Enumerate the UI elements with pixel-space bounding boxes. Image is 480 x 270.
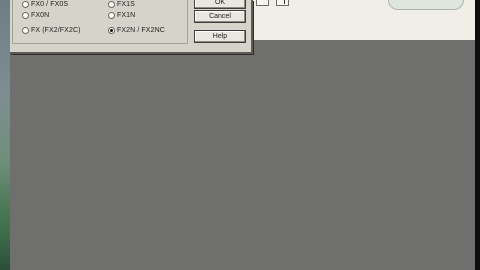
radio-fx0n[interactable]: FX0N	[22, 12, 49, 19]
radio-fx1s[interactable]: FX1S	[108, 1, 135, 8]
radio-fx1n[interactable]: FX1N	[108, 12, 135, 19]
application-window: FX0 / FX0S FX1S FX0N FX1N FX (FX2/FX2C) …	[10, 0, 475, 270]
radio-label: FX1N	[117, 12, 136, 19]
toolbar-button-1[interactable]	[256, 0, 269, 6]
radio-fx0-fx0s[interactable]: FX0 / FX0S	[22, 1, 68, 8]
radio-button-icon	[108, 12, 115, 19]
ok-button[interactable]: OK	[194, 0, 246, 9]
radio-label: FX0N	[31, 12, 50, 19]
cancel-button[interactable]: Cancel	[194, 10, 246, 23]
cpu-type-group: FX0 / FX0S FX1S FX0N FX1N FX (FX2/FX2C) …	[12, 0, 188, 44]
toolbar-button-2[interactable]	[276, 0, 289, 6]
radio-label: FX0 / FX0S	[31, 1, 69, 8]
workspace-area	[10, 40, 475, 270]
help-button[interactable]: Help	[194, 30, 246, 43]
screen-edge	[475, 0, 480, 270]
plc-type-dialog: FX0 / FX0S FX1S FX0N FX1N FX (FX2/FX2C) …	[10, 0, 253, 54]
desktop-background	[0, 0, 10, 270]
radio-fx2n-fx2nc[interactable]: FX2N / FX2NC	[108, 27, 165, 34]
radio-fx-fx2-fx2c[interactable]: FX (FX2/FX2C)	[22, 27, 81, 34]
radio-button-icon	[108, 1, 115, 8]
radio-button-selected-icon	[108, 27, 115, 34]
radio-button-icon	[22, 12, 29, 19]
radio-label: FX (FX2/FX2C)	[31, 27, 81, 34]
radio-button-icon	[22, 1, 29, 8]
radio-label: FX2N / FX2NC	[117, 27, 165, 34]
radio-label: FX1S	[117, 1, 135, 8]
logo-area	[388, 0, 464, 10]
radio-button-icon	[22, 27, 29, 34]
